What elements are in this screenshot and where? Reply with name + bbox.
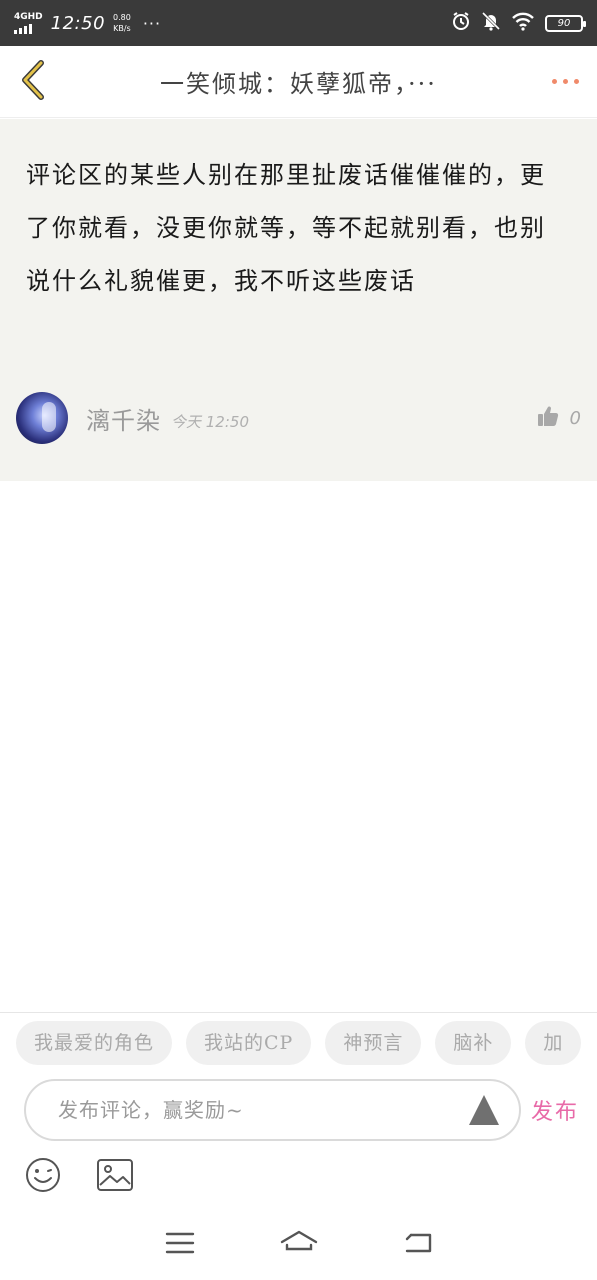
nav-home-button[interactable]	[279, 1225, 319, 1265]
back-button[interactable]	[0, 46, 64, 118]
more-dots-icon	[573, 79, 579, 84]
thumb-up-icon	[536, 404, 560, 432]
wifi-icon	[511, 11, 535, 35]
comment-input[interactable]	[58, 1098, 469, 1122]
battery-icon: 90	[545, 14, 586, 32]
emoji-button[interactable]	[24, 1158, 62, 1196]
comment-username[interactable]: 漓千染	[86, 401, 161, 436]
status-time: 12:50	[50, 12, 106, 34]
menu-icon	[165, 1231, 195, 1259]
image-button[interactable]	[96, 1158, 134, 1196]
smiley-icon	[24, 1156, 62, 1198]
comment-card: 评论区的某些人别在那里扯废话催催催的，更了你就看，没更你就等，等不起就别看，也别…	[0, 119, 597, 481]
quick-tag[interactable]: 我站的CP	[186, 1021, 312, 1065]
avatar[interactable]	[16, 392, 68, 444]
nav-back-button[interactable]	[398, 1225, 438, 1265]
publish-button[interactable]: 发布	[531, 1094, 579, 1126]
system-navigation-bar	[0, 1210, 597, 1280]
comment-input-box	[24, 1079, 521, 1141]
battery-level: 90	[557, 17, 571, 29]
home-icon	[279, 1229, 319, 1261]
image-icon	[96, 1158, 134, 1196]
signal-icon	[14, 23, 32, 34]
network-speed-unit: KB/s	[113, 24, 131, 33]
more-dots-icon	[551, 79, 557, 84]
network-speed: 0.80 KB/s	[113, 12, 131, 34]
send-arrow-icon[interactable]	[469, 1095, 499, 1125]
alarm-icon	[451, 11, 471, 35]
network-label: 4GHD	[14, 11, 43, 22]
composer-tools	[24, 1157, 134, 1197]
status-more-notifications: ···	[142, 13, 162, 33]
quick-tag[interactable]: 脑补	[435, 1021, 512, 1065]
quick-tag[interactable]: 神预言	[325, 1021, 422, 1065]
comment-meta: 漓千染 今天 12:50 0	[16, 391, 581, 445]
status-left: 4GHD 12:50 0.80 KB/s ···	[14, 12, 161, 34]
page-title: 一笑倾城：妖孽狐帝，···	[160, 70, 437, 98]
comment-input-row: 发布	[24, 1079, 584, 1141]
more-dots-icon	[562, 79, 568, 84]
network-indicator: 4GHD	[14, 11, 43, 34]
like-button[interactable]: 0	[536, 404, 581, 432]
return-icon	[403, 1231, 433, 1259]
like-count: 0	[569, 407, 581, 429]
status-bar: 4GHD 12:50 0.80 KB/s ··· 90	[0, 0, 597, 46]
comment-timestamp: 今天 12:50	[171, 412, 249, 431]
more-options-button[interactable]	[533, 46, 597, 118]
top-header: 一笑倾城：妖孽狐帝，···	[0, 46, 597, 118]
status-right: 90	[451, 11, 586, 35]
comment-text: 评论区的某些人别在那里扯废话催催催的，更了你就看，没更你就等，等不起就别看，也别…	[26, 161, 546, 295]
chevron-left-icon	[17, 59, 47, 105]
quick-tag[interactable]: 加	[525, 1021, 582, 1065]
nav-menu-button[interactable]	[160, 1225, 200, 1265]
quick-tag[interactable]: 我最爱的角色	[16, 1021, 173, 1065]
network-speed-value: 0.80	[113, 13, 131, 22]
quick-tags: 我最爱的角色 我站的CP 神预言 脑补加	[16, 1021, 597, 1067]
mute-bell-icon	[481, 11, 501, 35]
